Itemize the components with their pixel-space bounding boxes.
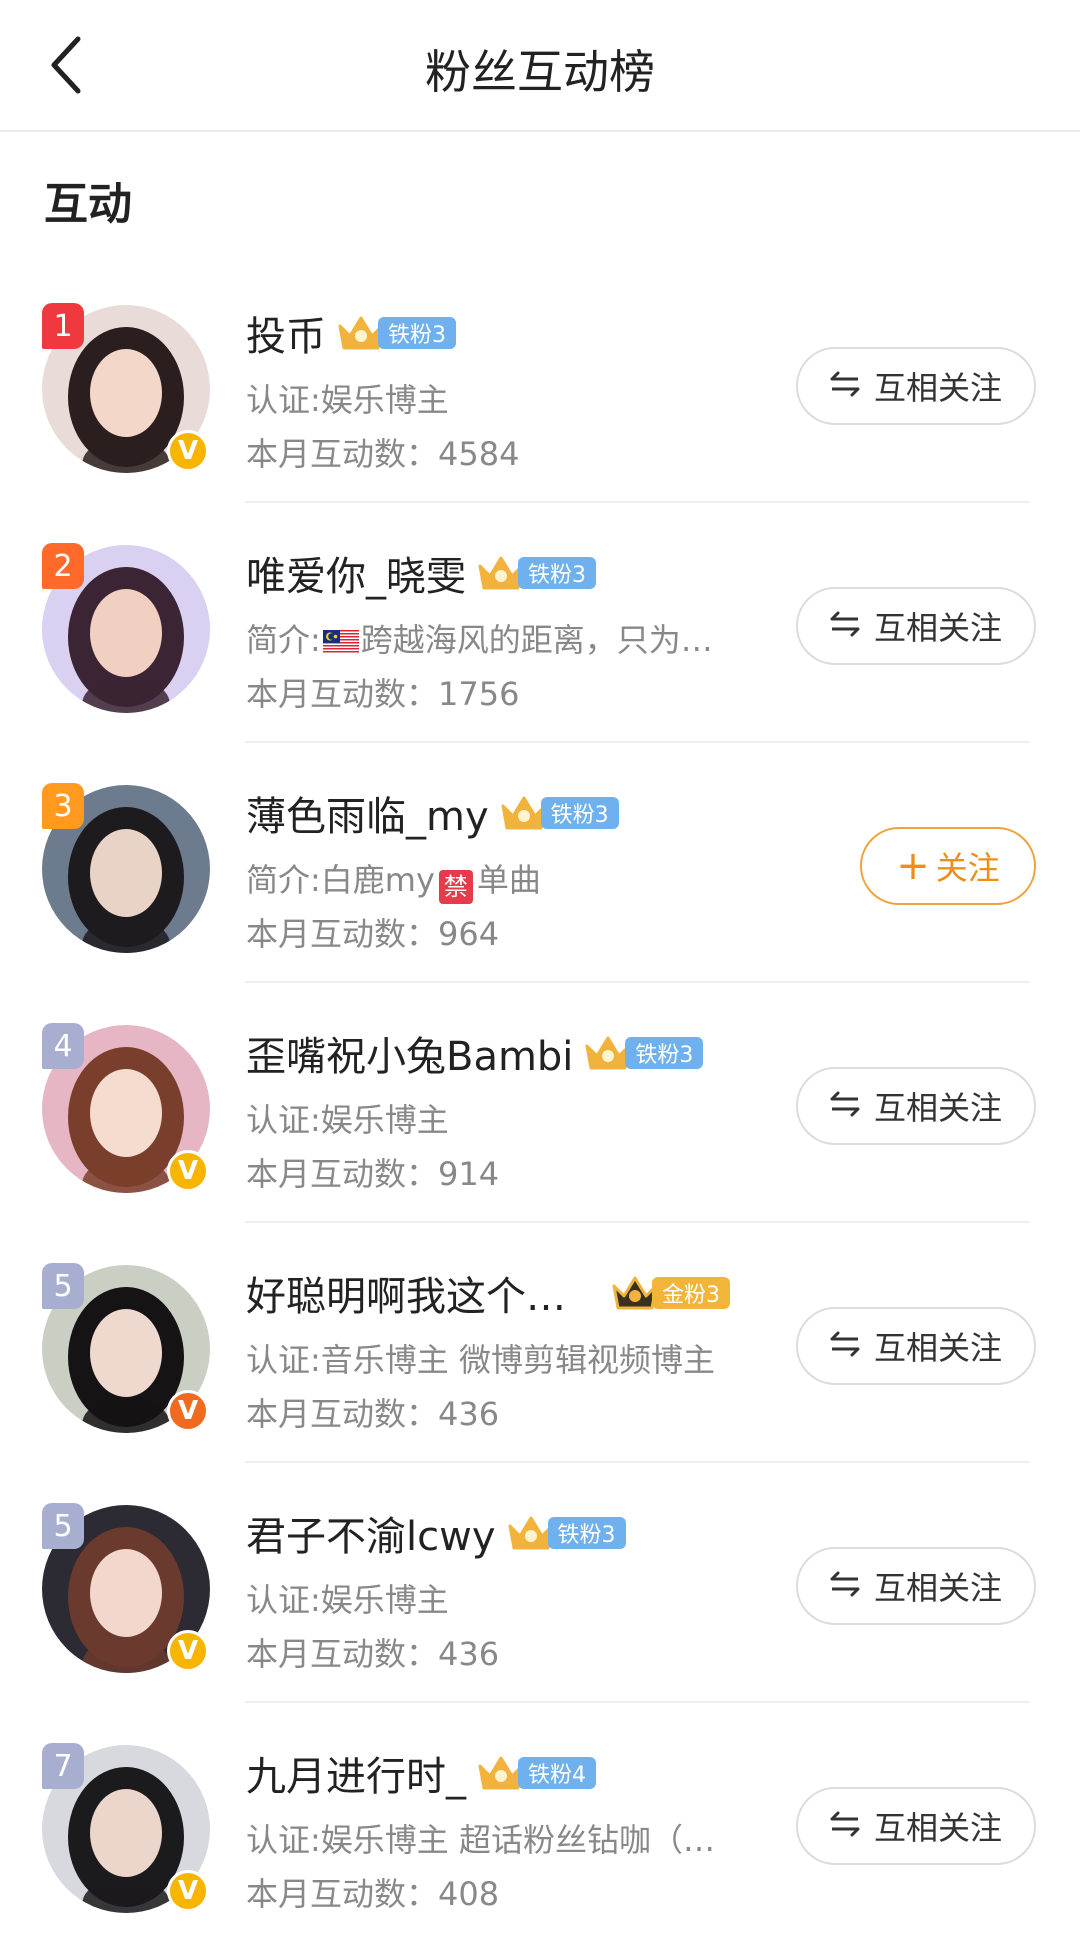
swap-arrows-icon — [830, 1087, 860, 1125]
fan-level-label: 铁粉3 — [378, 317, 456, 349]
monthly-interaction-count: 本月互动数：4584 — [246, 435, 520, 473]
avatar[interactable]: 4V — [42, 1023, 210, 1193]
list-item: 5 V 好聪明啊我这个… 金粉3 认证:音乐博主 微博剪辑视频博主 本月互动数：436 互… — [0, 1223, 1080, 1463]
avatar[interactable]: 5V — [42, 1263, 210, 1433]
fan-list: 1 V 投币 铁粉3 认证:娱乐博主 本月互动数：4584 互相关注 2 唯爱你_晓雯 铁粉… — [0, 263, 1080, 1943]
fan-level-label: 铁粉3 — [518, 557, 596, 589]
fan-level-badge: 铁粉3 — [506, 1512, 626, 1554]
monthly-interaction-count: 本月互动数：436 — [246, 1395, 500, 1433]
button-label: 互相关注 — [873, 1569, 1002, 1607]
avatar[interactable]: 1V — [42, 303, 210, 473]
mutual-follow-button[interactable]: 互相关注 — [796, 1787, 1036, 1865]
swap-arrows-icon — [830, 1807, 860, 1845]
mutual-follow-button[interactable]: 互相关注 — [796, 1547, 1036, 1625]
avatar[interactable]: 2 — [42, 543, 210, 713]
name-line: 唯爱你_晓雯 铁粉3 — [246, 545, 596, 601]
mutual-follow-button[interactable]: 互相关注 — [796, 587, 1036, 665]
malaysia-flag-icon — [322, 630, 359, 654]
verified-icon: V — [167, 1150, 209, 1192]
monthly-interaction-count: 本月互动数：1756 — [246, 675, 520, 713]
plus-icon: + — [896, 843, 930, 889]
user-name[interactable]: 好聪明啊我这个… — [246, 1264, 566, 1322]
swap-arrows-icon — [830, 367, 860, 405]
rank-badge: 7 — [42, 1743, 84, 1789]
verified-icon: V — [167, 1870, 209, 1912]
swap-arrows-icon — [830, 1567, 860, 1605]
user-name[interactable]: 薄色雨临_my — [246, 784, 489, 842]
name-line: 歪嘴祝小兔Bambi 铁粉3 — [246, 1024, 704, 1082]
monthly-interaction-count: 本月互动数：408 — [246, 1875, 500, 1913]
user-description: 认证:娱乐博主 — [246, 1101, 449, 1139]
mutual-follow-button[interactable]: 互相关注 — [796, 347, 1036, 425]
user-name[interactable]: 九月进行时_ — [246, 1744, 466, 1802]
fan-level-badge: 铁粉4 — [476, 1752, 596, 1794]
fan-level-badge: 铁粉3 — [336, 312, 456, 354]
fan-level-label: 铁粉4 — [518, 1757, 596, 1789]
name-line: 君子不渝lcwy 铁粉3 — [246, 1505, 626, 1561]
user-description: 认证:娱乐博主 超话粉丝钻咖（… — [246, 1821, 715, 1859]
name-line: 投币 铁粉3 — [246, 305, 456, 361]
mutual-follow-button[interactable]: 互相关注 — [796, 1067, 1036, 1145]
name-line: 九月进行时_ 铁粉4 — [246, 1745, 596, 1801]
description-prefix: 简介:白鹿my — [246, 861, 435, 899]
description-suffix: 跨越海风的距离，只为… — [360, 621, 713, 659]
fan-level-label: 铁粉3 — [540, 797, 619, 829]
description-suffix: 单曲 — [476, 861, 541, 899]
user-name[interactable]: 唯爱你_晓雯 — [246, 544, 466, 602]
user-description: 认证:娱乐博主 — [246, 381, 449, 419]
top-bar: 粉丝互动榜 — [0, 0, 1080, 132]
button-label: 互相关注 — [873, 1809, 1002, 1847]
monthly-interaction-count: 本月互动数：436 — [246, 1635, 500, 1673]
list-item: 4 V 歪嘴祝小兔Bambi 铁粉3 认证:娱乐博主 本月互动数：914 互相关注 — [0, 983, 1080, 1223]
rank-badge: 3 — [42, 783, 84, 829]
fan-level-label: 金粉3 — [652, 1277, 730, 1309]
rank-badge: 5 — [42, 1503, 84, 1549]
user-description: 认证:音乐博主 微博剪辑视频博主 — [246, 1341, 715, 1379]
verified-icon: V — [167, 1390, 209, 1432]
rank-badge: 2 — [42, 543, 84, 589]
verified-icon: V — [167, 1630, 209, 1672]
page-title: 粉丝互动榜 — [425, 45, 655, 99]
user-name[interactable]: 君子不渝lcwy — [246, 1504, 496, 1562]
name-line: 好聪明啊我这个… 金粉3 — [246, 1265, 730, 1321]
rank-badge: 5 — [42, 1263, 84, 1309]
user-name[interactable]: 歪嘴祝小兔Bambi — [246, 1024, 573, 1082]
swap-arrows-icon — [830, 607, 860, 645]
list-item: 5 V 君子不渝lcwy 铁粉3 认证:娱乐博主 本月互动数：436 互相关注 — [0, 1463, 1080, 1703]
button-label: 关注 — [935, 849, 1000, 887]
avatar[interactable]: 7V — [42, 1743, 210, 1913]
list-item: 1 V 投币 铁粉3 认证:娱乐博主 本月互动数：4584 互相关注 — [0, 263, 1080, 503]
avatar[interactable]: 3 — [42, 783, 210, 953]
verified-icon: V — [167, 430, 209, 472]
list-item: 3 薄色雨临_my 铁粉3 简介:白鹿my 禁单曲本月互动数：964 + 关注 — [0, 743, 1080, 983]
user-description: 简介:白鹿my 禁单曲 — [246, 855, 541, 904]
fan-level-badge: 铁粉3 — [583, 1032, 704, 1074]
avatar[interactable]: 5V — [42, 1503, 210, 1673]
fan-level-label: 铁粉3 — [625, 1037, 704, 1069]
mutual-follow-button[interactable]: 互相关注 — [796, 1307, 1036, 1385]
monthly-interaction-count: 本月互动数：914 — [246, 1155, 500, 1193]
button-label: 互相关注 — [873, 609, 1002, 647]
user-description: 简介: 跨越海风的距离，只为… — [246, 615, 713, 661]
section-title: 互动 — [44, 179, 132, 230]
rank-badge: 1 — [42, 303, 84, 349]
name-line: 薄色雨临_my 铁粉3 — [246, 785, 619, 841]
user-name[interactable]: 投币 — [246, 304, 326, 362]
monthly-interaction-count: 本月互动数：964 — [246, 915, 500, 953]
button-label: 互相关注 — [873, 369, 1002, 407]
fan-level-label: 铁粉3 — [547, 1517, 626, 1549]
swap-arrows-icon — [830, 1327, 860, 1365]
button-label: 互相关注 — [873, 1089, 1002, 1127]
fan-level-badge: 铁粉3 — [476, 552, 596, 594]
user-description: 认证:娱乐博主 — [246, 1581, 449, 1619]
list-item: 7 V 九月进行时_ 铁粉4 认证:娱乐博主 超话粉丝钻咖（… 本月互动数：408 互相关… — [0, 1703, 1080, 1943]
button-label: 互相关注 — [873, 1329, 1002, 1367]
description-prefix: 简介: — [246, 621, 321, 659]
follow-button[interactable]: + 关注 — [860, 827, 1036, 905]
fan-level-badge: 铁粉3 — [499, 792, 619, 834]
fan-level-badge: 金粉3 — [610, 1272, 730, 1314]
ban-emoji-icon: 禁 — [438, 870, 473, 904]
list-item: 2 唯爱你_晓雯 铁粉3 简介: 跨越海风的距离，只为… 本月互动数：1756 互相关注 — [0, 503, 1080, 743]
rank-badge: 4 — [42, 1023, 84, 1069]
